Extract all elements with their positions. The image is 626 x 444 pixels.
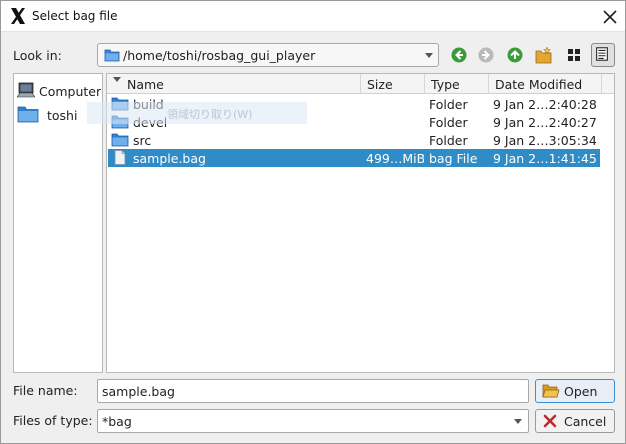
file-icon bbox=[114, 150, 126, 165]
cancel-label: Cancel bbox=[564, 414, 607, 429]
table-row[interactable]: sample.bag 499…MiB bag File 9 Jan 2…1:41… bbox=[108, 149, 600, 167]
detail-view-button[interactable] bbox=[591, 43, 615, 67]
look-in-combo[interactable]: /home/toshi/rosbag_gui_player bbox=[97, 43, 439, 67]
file-type-value: *bag bbox=[102, 414, 132, 429]
x-logo-icon bbox=[11, 8, 25, 24]
sort-desc-icon bbox=[113, 77, 121, 82]
file-name-label: File name: bbox=[13, 383, 78, 398]
look-in-label: Look in: bbox=[13, 48, 62, 63]
sidebar-item-label: Computer bbox=[39, 84, 102, 99]
table-row[interactable]: src Folder 9 Jan 2…3:05:34 bbox=[108, 131, 600, 149]
parent-dir-button[interactable] bbox=[503, 43, 527, 67]
look-in-path: /home/toshi/rosbag_gui_player bbox=[123, 48, 316, 63]
chevron-down-icon bbox=[425, 53, 433, 58]
sidebar-item-label: toshi bbox=[47, 108, 78, 123]
folder-icon bbox=[17, 106, 39, 123]
back-arrow-icon bbox=[451, 47, 467, 63]
computer-icon bbox=[17, 82, 35, 98]
list-view-icon bbox=[568, 49, 580, 61]
forward-arrow-icon bbox=[478, 47, 494, 63]
title-bar: Select bag file bbox=[1, 1, 625, 32]
folder-icon bbox=[111, 133, 129, 147]
window-title: Select bag file bbox=[32, 9, 118, 23]
column-header-name[interactable]: Name bbox=[107, 74, 361, 94]
file-name-input[interactable]: sample.bag bbox=[97, 379, 529, 403]
open-button[interactable]: Open bbox=[535, 379, 615, 403]
chevron-down-icon bbox=[514, 419, 522, 424]
column-header-date[interactable]: Date Modified bbox=[489, 74, 602, 94]
folder-icon bbox=[104, 49, 120, 62]
new-folder-button[interactable] bbox=[532, 43, 556, 67]
file-dialog: Select bag file Look in: /home/toshi/ros… bbox=[0, 0, 626, 444]
cancel-x-icon bbox=[543, 414, 557, 428]
column-header-filler bbox=[602, 74, 614, 94]
open-label: Open bbox=[564, 384, 598, 399]
column-header-type[interactable]: Type bbox=[425, 74, 489, 94]
cancel-button[interactable]: Cancel bbox=[535, 409, 615, 433]
forward-button[interactable] bbox=[474, 43, 498, 67]
column-header-size[interactable]: Size bbox=[361, 74, 425, 94]
parent-dir-icon bbox=[507, 47, 523, 63]
sidebar-item-computer[interactable]: Computer bbox=[14, 78, 102, 102]
close-icon[interactable] bbox=[601, 8, 619, 26]
detail-view-icon bbox=[596, 47, 608, 61]
ghost-tooltip: 領域切り取り(W) bbox=[87, 102, 307, 124]
file-type-combo[interactable]: *bag bbox=[97, 409, 529, 433]
file-type-label: Files of type: bbox=[13, 413, 93, 428]
new-folder-icon bbox=[535, 46, 552, 64]
open-folder-icon bbox=[542, 384, 560, 398]
list-view-button[interactable] bbox=[562, 43, 586, 67]
back-button[interactable] bbox=[447, 43, 471, 67]
